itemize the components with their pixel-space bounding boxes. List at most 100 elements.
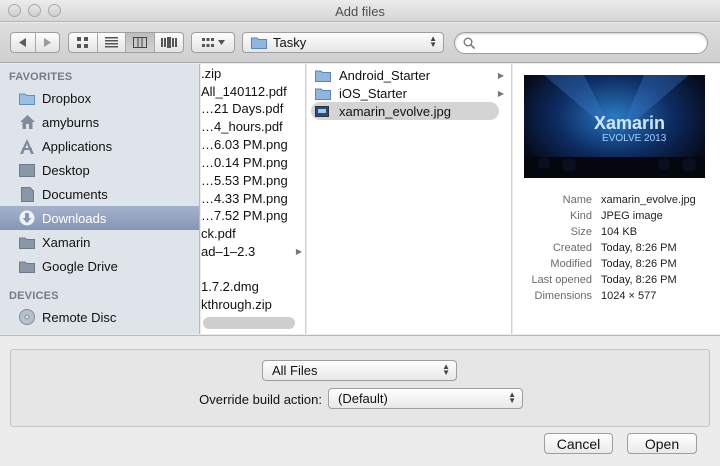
sidebar-item-amyburns[interactable]: amyburns	[0, 110, 199, 134]
list-item[interactable]: …5.53 PM.png	[201, 172, 305, 190]
sidebar-item-applications[interactable]: Applications	[0, 134, 199, 158]
sidebar-item-label: Dropbox	[42, 90, 92, 106]
thumbnail-logo-text: Xamarin	[594, 113, 666, 133]
list-item[interactable]: 1.7.2.dmg	[201, 278, 305, 296]
sidebar-item-label: Desktop	[42, 162, 90, 178]
favorites-header: FAVORITES	[9, 71, 73, 83]
list-item[interactable]: ad–1–2.3	[201, 243, 305, 261]
meta-row-name: Name xamarin_evolve.jpg	[513, 194, 720, 210]
sidebar-item-label: Google Drive	[42, 258, 118, 274]
sidebar-item-label: Applications	[42, 138, 113, 154]
sidebar-item-google-drive[interactable]: Google Drive	[0, 254, 199, 278]
applications-icon	[18, 138, 36, 154]
devices-header: DEVICES	[9, 290, 59, 302]
view-mode-control	[68, 32, 184, 53]
sidebar-item-downloads[interactable]: Downloads	[0, 206, 199, 230]
sidebar-item-documents[interactable]: Documents	[0, 182, 199, 206]
home-icon	[18, 114, 36, 130]
cover-flow-icon	[160, 37, 177, 48]
override-build-action-value: (Default)	[338, 391, 388, 406]
toolbar: Tasky ▲ ▼	[0, 23, 720, 63]
list-view-icon	[104, 37, 118, 48]
sidebar: FAVORITES Dropbox amyburns Applications …	[0, 64, 200, 334]
location-popup[interactable]: Tasky ▲ ▼	[242, 32, 444, 53]
list-item[interactable]: kthrough.zip	[201, 296, 305, 314]
meta-key: Size	[570, 226, 592, 238]
downloads-icon	[18, 210, 36, 226]
list-item[interactable]: …7.52 PM.png	[201, 207, 305, 225]
disclosure-arrow-icon: ▶	[497, 70, 504, 80]
meta-key: Modified	[550, 258, 592, 270]
search-input[interactable]	[479, 35, 699, 51]
file-column-tasky: Android_Starter ▶ iOS_Starter ▶ xamarin_…	[307, 64, 512, 334]
meta-value: 104 KB	[601, 226, 638, 238]
column-view-button[interactable]	[126, 33, 155, 52]
meta-value: 1024 × 577	[601, 290, 657, 302]
list-item[interactable]: ck.pdf	[201, 225, 305, 243]
open-button[interactable]: Open	[627, 433, 697, 454]
sidebar-item-remote-disc[interactable]: Remote Disc	[0, 305, 199, 329]
icon-view-icon	[77, 37, 89, 48]
meta-key: Last opened	[531, 274, 592, 286]
sidebar-item-label: amyburns	[42, 114, 100, 130]
override-build-action-popup[interactable]: (Default) ▲ ▼	[328, 388, 523, 409]
options-panel: All Files ▲ ▼ Override build action: (Def…	[0, 335, 720, 466]
meta-key: Dimensions	[534, 290, 592, 302]
arrange-grid-icon	[201, 37, 214, 47]
meta-key: Kind	[569, 210, 592, 222]
chevron-down-icon	[217, 40, 225, 45]
dropbox-folder-icon	[18, 90, 36, 106]
horizontal-scrollbar[interactable]	[203, 317, 295, 329]
list-item-label: iOS_Starter	[339, 85, 407, 101]
cover-flow-button[interactable]	[155, 33, 183, 52]
thumbnail-logo-subtext: EVOLVE 2013	[602, 133, 667, 144]
meta-row-dimensions: Dimensions 1024 × 577	[513, 290, 720, 306]
disclosure-arrow-icon: ▶	[295, 247, 302, 256]
arrange-button-content	[192, 33, 234, 52]
list-item-ios-starter[interactable]: iOS_Starter ▶	[311, 84, 506, 102]
sidebar-item-dropbox[interactable]: Dropbox	[0, 86, 199, 110]
arrange-menu-button[interactable]	[191, 32, 235, 53]
sidebar-item-xamarin[interactable]: Xamarin	[0, 230, 199, 254]
list-item[interactable]: .zip	[201, 65, 305, 83]
list-item[interactable]: All_140112.pdf	[201, 83, 305, 101]
image-thumbnail: Xamarin EVOLVE 2013	[524, 75, 705, 178]
list-item[interactable]: …21 Days.pdf	[201, 100, 305, 118]
meta-value: JPEG image	[601, 210, 663, 222]
icon-view-button[interactable]	[69, 33, 98, 52]
list-item[interactable]: …0.14 PM.png	[201, 154, 305, 172]
window-title: Add files	[335, 4, 385, 19]
meta-value: xamarin_evolve.jpg	[601, 194, 696, 206]
cancel-button[interactable]: Cancel	[544, 433, 613, 454]
forward-button[interactable]	[36, 33, 60, 52]
meta-value: Today, 8:26 PM	[601, 274, 677, 286]
updown-arrows-icon: ▲ ▼	[442, 362, 450, 377]
updown-arrows-icon: ▲ ▼	[508, 390, 516, 405]
meta-row-created: Created Today, 8:26 PM	[513, 242, 720, 258]
list-view-button[interactable]	[98, 33, 126, 52]
list-item[interactable]: …4_hours.pdf	[201, 118, 305, 136]
folder-icon	[251, 37, 267, 49]
sidebar-item-label: Xamarin	[42, 234, 91, 250]
add-files-dialog: Add files Tasky ▲ ▼ FAVORITES Dropbox am…	[0, 0, 720, 466]
file-type-value: All Files	[272, 363, 318, 378]
list-item[interactable]: …6.03 PM.png	[201, 136, 305, 154]
list-item[interactable]: …4.33 PM.png	[201, 190, 305, 208]
back-button[interactable]	[11, 33, 36, 52]
file-type-popup[interactable]: All Files ▲ ▼	[262, 360, 457, 381]
sidebar-item-label: Downloads	[42, 210, 107, 226]
meta-key: Created	[552, 242, 592, 254]
list-item-label: Android_Starter	[339, 67, 431, 83]
back-forward-control	[10, 32, 60, 53]
list-item[interactable]	[201, 261, 305, 279]
search-field[interactable]	[454, 32, 708, 54]
folder-icon	[18, 258, 36, 274]
updown-arrows-icon: ▲ ▼	[429, 34, 437, 49]
list-item-android-starter[interactable]: Android_Starter ▶	[311, 66, 506, 84]
forward-arrow-icon	[44, 38, 52, 47]
image-file-icon	[315, 105, 331, 117]
folder-icon	[18, 234, 36, 250]
sidebar-item-desktop[interactable]: Desktop	[0, 158, 199, 182]
list-item-xamarin-evolve[interactable]: xamarin_evolve.jpg	[311, 102, 499, 120]
column-view-icon	[132, 37, 147, 48]
